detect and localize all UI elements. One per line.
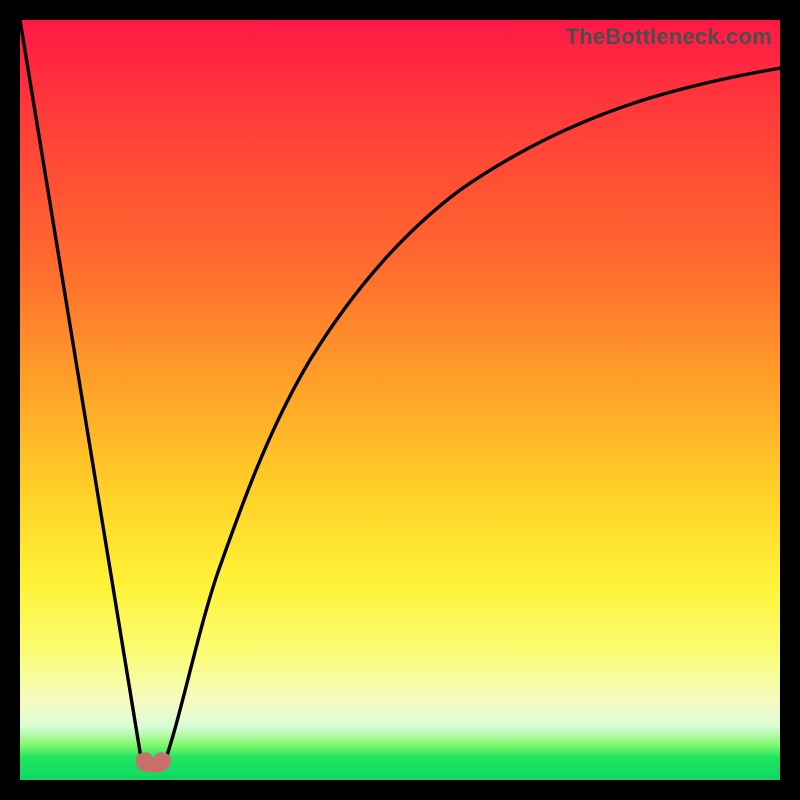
chart-frame: TheBottleneck.com: [0, 0, 800, 800]
plot-area: TheBottleneck.com: [20, 20, 780, 780]
right-curve-path: [164, 68, 780, 764]
left-slope-path: [20, 20, 142, 764]
min-marker: [136, 753, 171, 772]
curve-svg: [20, 20, 780, 780]
watermark-text: TheBottleneck.com: [566, 24, 772, 50]
